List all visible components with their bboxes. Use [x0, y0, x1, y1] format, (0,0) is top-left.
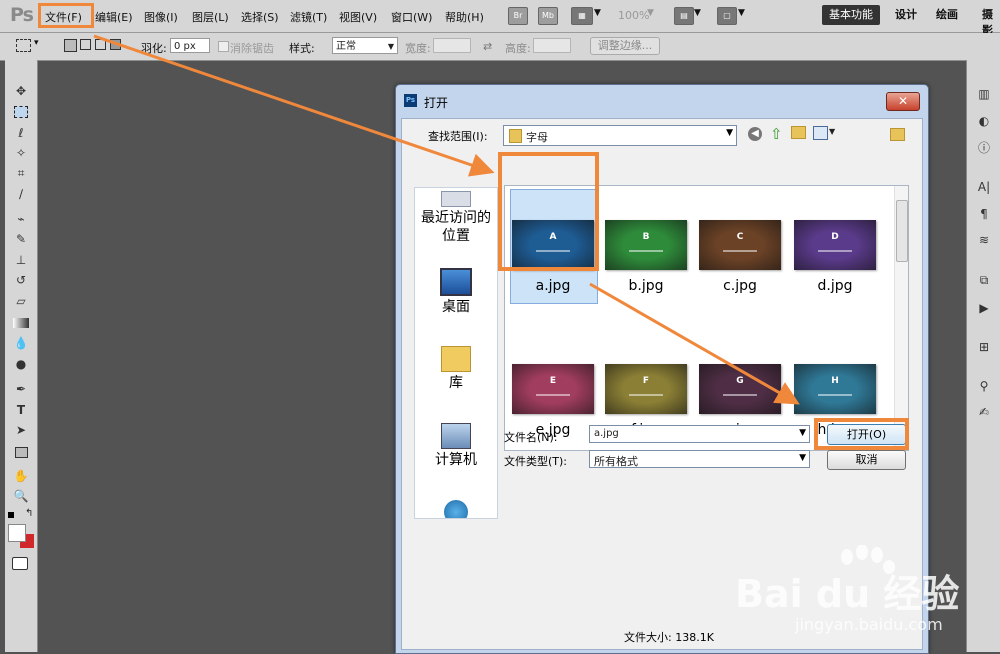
arrow-to-file — [93, 34, 495, 177]
arrow-to-open — [589, 282, 800, 405]
baidu-brand: Bai du 经验 — [735, 572, 960, 616]
baidu-url: jingyan.baidu.com — [795, 615, 943, 634]
baidu-watermark: Bai du 经验 jingyan.baidu.com — [735, 544, 959, 645]
